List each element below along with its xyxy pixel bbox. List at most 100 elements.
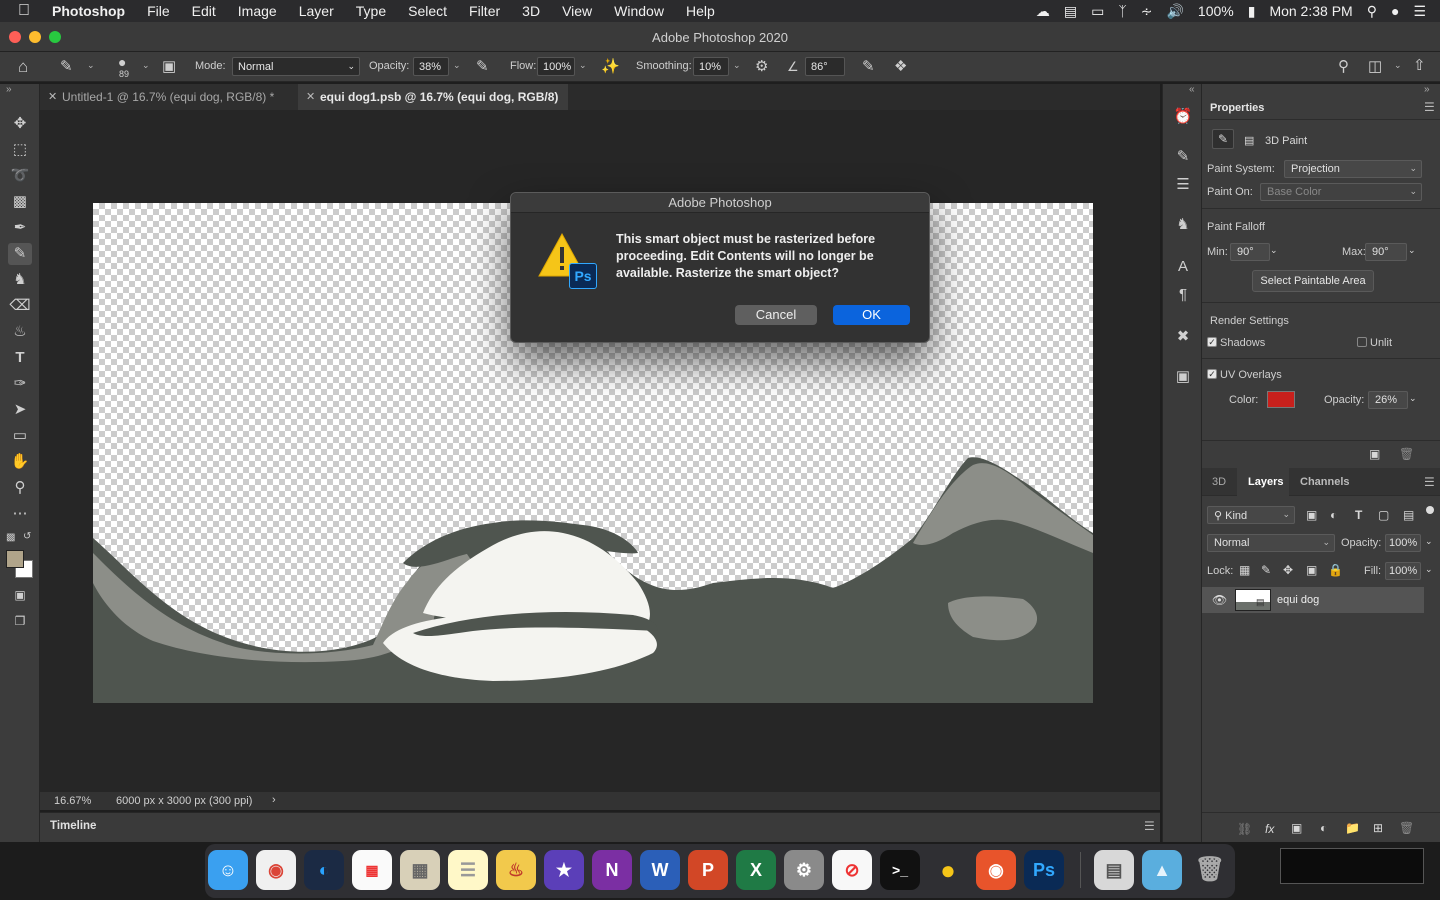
menu-3d[interactable]: 3D [511, 3, 551, 19]
paragraph-panel-icon[interactable]: ¶ [1171, 284, 1195, 306]
max-input[interactable]: 90° [1365, 243, 1407, 261]
lock-all-icon[interactable]: 🔒 [1328, 563, 1343, 577]
applications-folder-icon[interactable]: ▲ [1142, 850, 1182, 890]
pressure-size-icon[interactable]: ✎ [862, 59, 875, 74]
tab-equi-dog1[interactable]: ✕ equi dog1.psb @ 16.7% (equi dog, RGB/8… [298, 84, 568, 110]
uv-color-swatch[interactable] [1267, 391, 1295, 408]
marquee-tool-icon[interactable]: ⬚ [8, 139, 32, 161]
lock-transparency-icon[interactable]: ▦ [1239, 563, 1250, 577]
tab-layers[interactable]: Layers [1248, 476, 1283, 488]
layer-row[interactable]: 👁 ▤ equi dog [1202, 587, 1424, 613]
menu-view[interactable]: View [551, 3, 603, 19]
history-panel-icon[interactable]: ⏰ [1171, 106, 1195, 128]
ok-button[interactable]: OK [833, 305, 910, 325]
unlit-checkbox[interactable] [1357, 337, 1367, 347]
mode-select[interactable]: Normal ⌄ [232, 57, 360, 76]
collapse-icon[interactable]: « [1189, 84, 1195, 95]
filter-adjustment-icon[interactable]: ◐ [1330, 508, 1337, 522]
trash-icon[interactable]: 🗑 [1399, 821, 1414, 835]
quick-mask-icon[interactable]: ▣ [8, 584, 32, 606]
search-icon[interactable]: ⚲ [1338, 59, 1349, 74]
minimized-window-thumbnail[interactable] [1280, 848, 1424, 884]
adjustment-layer-icon[interactable]: ◐ [1320, 821, 1327, 835]
menu-window[interactable]: Window [603, 3, 675, 19]
max-dropdown[interactable]: ⌄ [1408, 245, 1416, 256]
fill-input[interactable]: 100% [1385, 562, 1421, 580]
brush-tool-icon[interactable]: ✎ [8, 243, 32, 265]
stack-icon[interactable]: ▤ [1064, 3, 1077, 20]
blend-mode-select[interactable]: Normal ⌄ [1207, 534, 1335, 552]
uv-opacity-input[interactable]: 26% [1368, 391, 1408, 409]
firefox-icon[interactable]: ◉ [976, 850, 1016, 890]
brushes-panel-icon[interactable]: ✎ [1171, 146, 1195, 168]
opacity-dropdown[interactable]: ⌄ [453, 60, 461, 71]
swap-colors-icon[interactable]: ↺ [23, 531, 31, 542]
trash-icon[interactable]: 🗑 [1399, 447, 1414, 461]
eraser-tool-icon[interactable]: ⌫ [8, 295, 32, 317]
brush-tool-preset-icon[interactable]: ✎ [60, 59, 73, 74]
character-panel-icon[interactable]: A [1171, 256, 1195, 278]
move-tool-icon[interactable]: ✥ [8, 113, 32, 135]
cyberduck-icon[interactable]: ● [928, 850, 968, 890]
layer-name[interactable]: equi dog [1277, 594, 1319, 606]
brush-settings-panel-icon[interactable]: ▣ [162, 59, 176, 74]
clone-stamp-tool-icon[interactable]: ♞ [8, 269, 32, 291]
uv-overlays-checkbox[interactable]: ✓ [1207, 369, 1217, 379]
uv-opacity-dropdown[interactable]: ⌄ [1409, 393, 1417, 404]
chevron-down-icon[interactable]: ⌄ [1394, 60, 1402, 71]
onenote-icon[interactable]: N [592, 850, 632, 890]
flow-input[interactable]: 100% [537, 57, 575, 76]
menu-help[interactable]: Help [675, 3, 726, 19]
filter-type-icon[interactable]: T [1355, 508, 1362, 522]
notification-center-icon[interactable]: ☰ [1413, 3, 1426, 20]
layer-opacity-input[interactable]: 100% [1385, 534, 1421, 552]
libraries-panel-icon[interactable]: ▣ [1171, 366, 1195, 388]
creative-cloud-icon[interactable]: ☁ [1036, 3, 1050, 20]
tools-panel-icon[interactable]: ✖ [1171, 326, 1195, 348]
calendar-icon[interactable]: ▦ [352, 850, 392, 890]
notes-board-icon[interactable]: ▦ [400, 850, 440, 890]
zoom-level[interactable]: 16.67% [54, 795, 91, 807]
shadows-checkbox[interactable]: ✓ [1207, 337, 1217, 347]
link-layers-icon[interactable]: ⛓ [1237, 822, 1252, 836]
new-layer-icon[interactable]: ⊞ [1373, 821, 1383, 835]
add-mask-icon[interactable]: ▣ [1291, 821, 1302, 835]
menu-file[interactable]: File [136, 3, 181, 19]
bluetooth-icon[interactable]: ᛉ [1118, 3, 1126, 19]
filter-kind-select[interactable]: ⚲ Kind ⌄ [1207, 506, 1295, 524]
share-icon[interactable]: ⇧ [1413, 58, 1426, 73]
clock[interactable]: Mon 2:38 PM [1269, 3, 1352, 19]
spotlight-icon[interactable]: ⚲ [1367, 3, 1377, 20]
system-preferences-icon[interactable]: ⚙ [784, 850, 824, 890]
tab-3d[interactable]: 3D [1212, 476, 1226, 488]
path-selection-tool-icon[interactable]: ➤ [8, 399, 32, 421]
close-icon[interactable]: ✕ [48, 90, 57, 103]
lock-pixels-icon[interactable]: ✎ [1261, 563, 1271, 577]
paint-on-select[interactable]: Base Color ⌄ [1260, 183, 1422, 201]
paint-bucket-tool-icon[interactable]: ♨ [8, 321, 32, 343]
screen-mode-icon[interactable]: ❐ [8, 610, 32, 632]
select-paintable-area-button[interactable]: Select Paintable Area [1252, 270, 1374, 292]
panel-menu-icon[interactable]: ☰ [1144, 819, 1155, 833]
clone-source-panel-icon[interactable]: ♞ [1171, 214, 1195, 236]
cancel-button[interactable]: Cancel [735, 305, 817, 325]
menu-select[interactable]: Select [397, 3, 458, 19]
tab-untitled-1[interactable]: ✕ Untitled-1 @ 16.7% (equi dog, RGB/8) * [40, 84, 302, 110]
excel-icon[interactable]: X [736, 850, 776, 890]
filter-smart-object-icon[interactable]: ▤ [1403, 508, 1414, 522]
brush-tip-icon[interactable]: ● [118, 55, 126, 70]
word-icon[interactable]: W [640, 850, 680, 890]
zoom-tool-icon[interactable]: ⚲ [8, 477, 32, 499]
panel-menu-icon[interactable]: ☰ [1424, 100, 1435, 114]
notes-icon[interactable]: ☰ [448, 850, 488, 890]
filter-toggle[interactable] [1426, 506, 1434, 514]
default-colors-icon[interactable]: ▩ [6, 532, 15, 543]
smoothing-dropdown[interactable]: ⌄ [733, 60, 741, 71]
filter-shape-icon[interactable]: ▢ [1378, 508, 1389, 522]
new-layer-icon[interactable]: ▣ [1369, 447, 1380, 461]
rectangle-tool-icon[interactable]: ▭ [8, 425, 32, 447]
more-tools-icon[interactable]: ⋯ [8, 503, 32, 525]
menu-layer[interactable]: Layer [288, 3, 345, 19]
chevron-down-icon[interactable]: ⌄ [87, 60, 95, 71]
menu-app-name[interactable]: Photoshop [41, 3, 136, 19]
